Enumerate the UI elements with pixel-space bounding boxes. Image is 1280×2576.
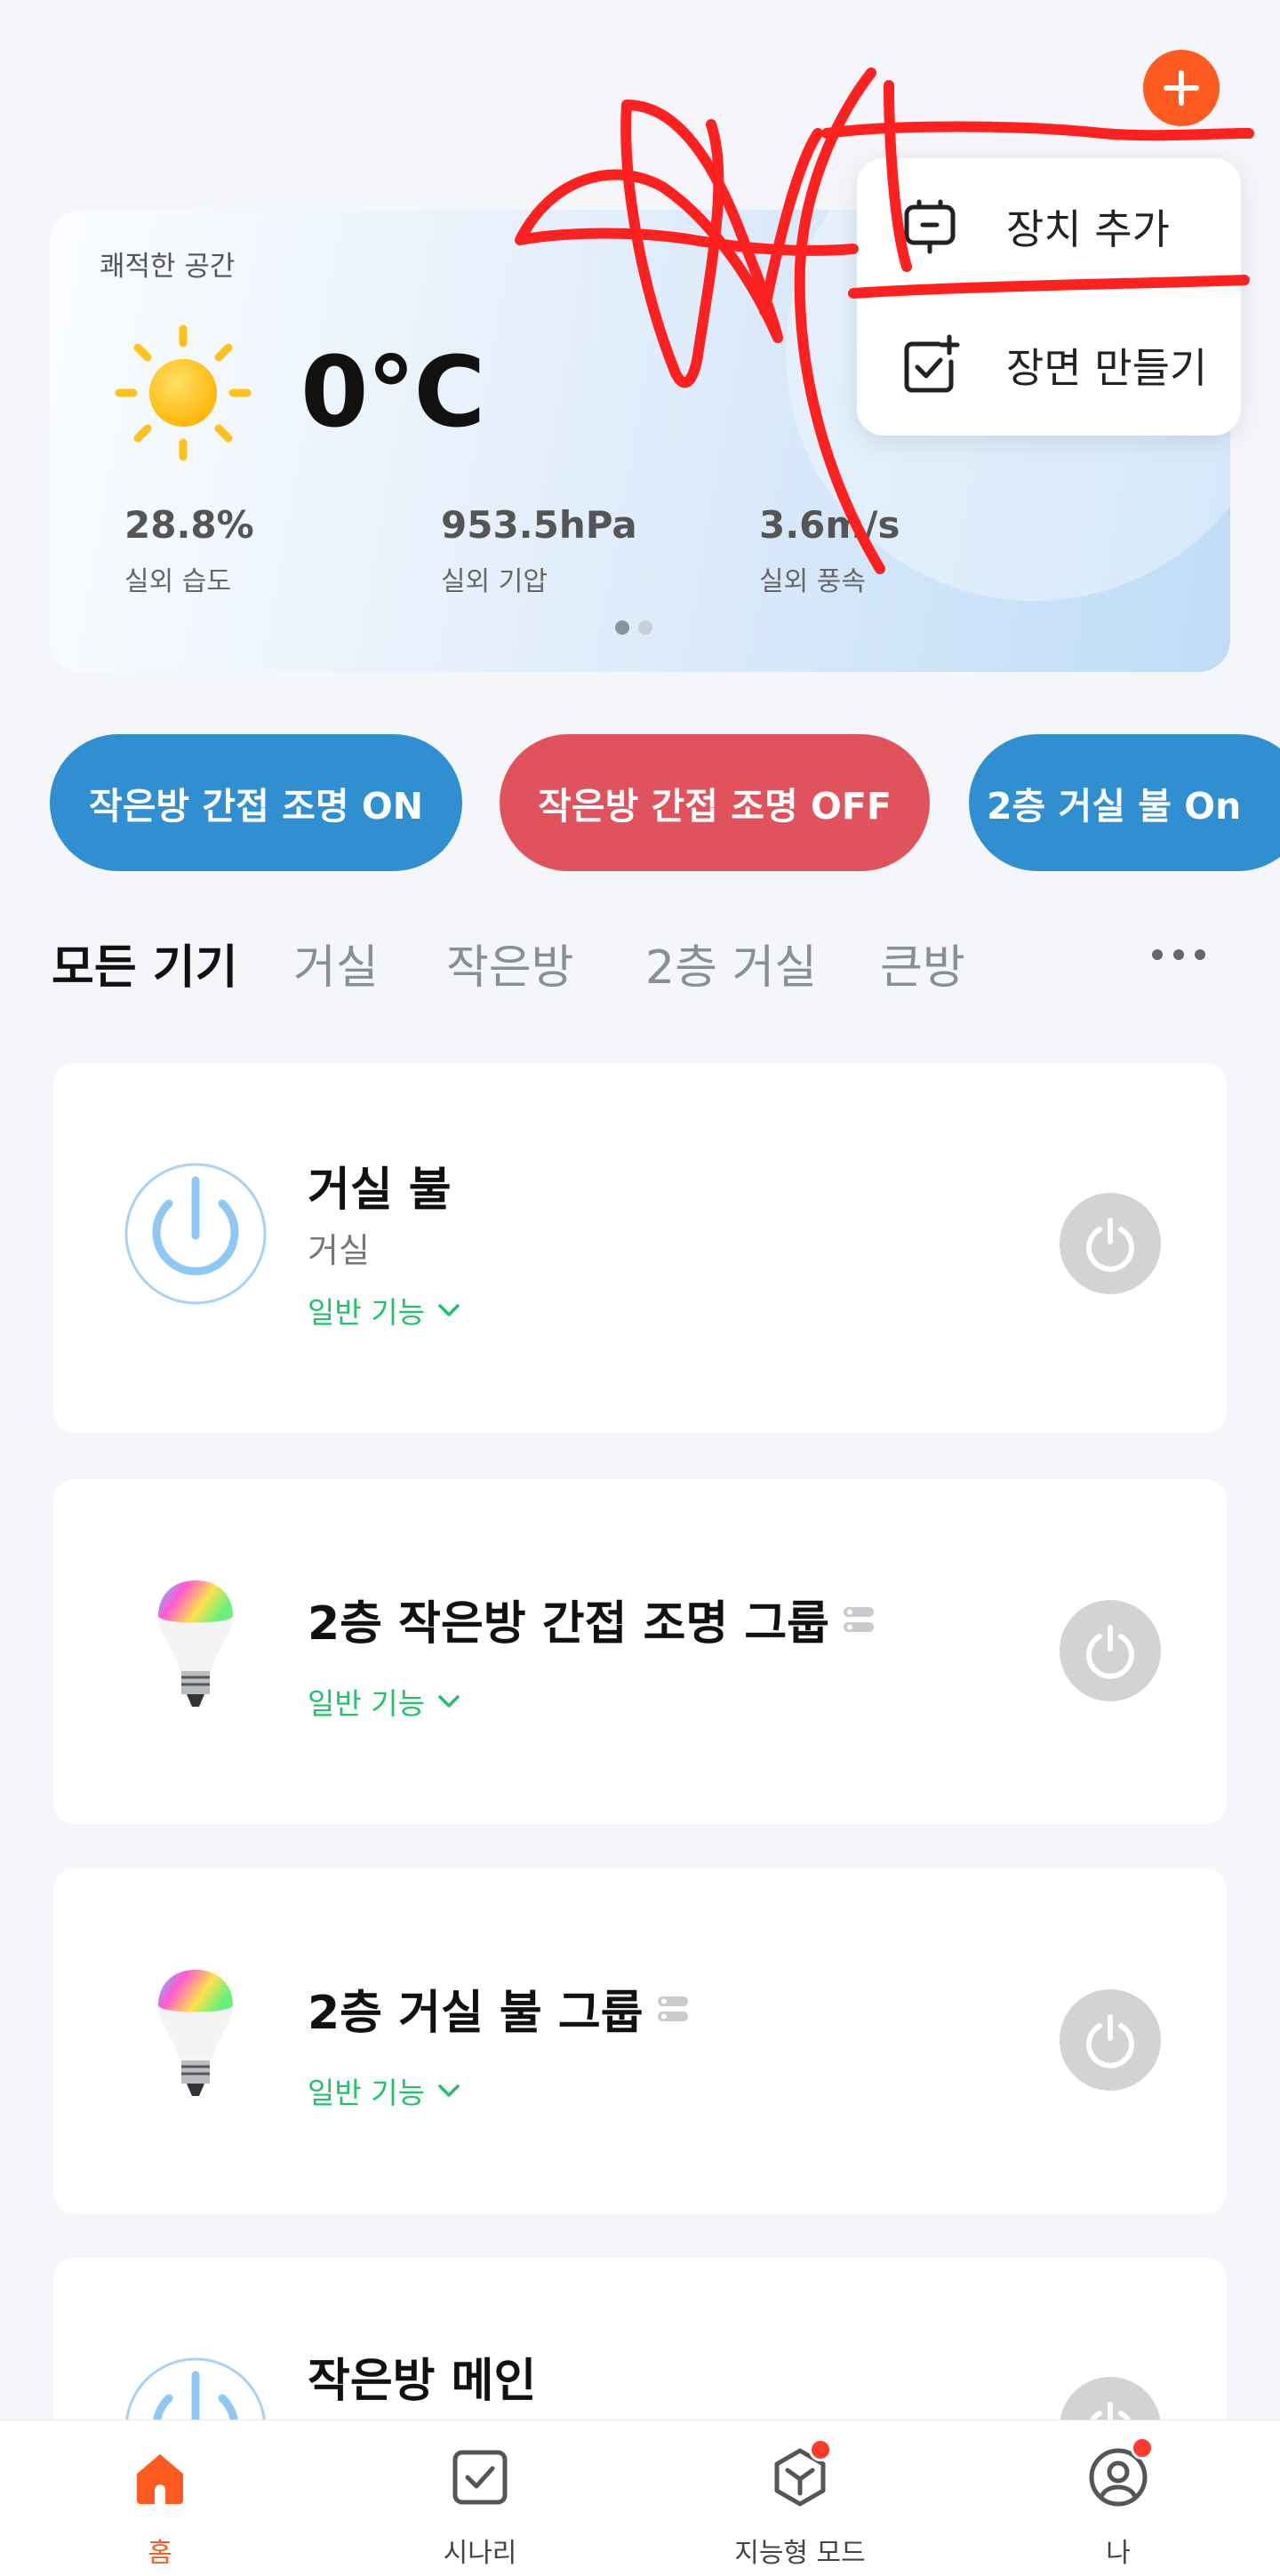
nav-label: 홈 bbox=[148, 2538, 172, 2569]
device-function-toggle[interactable]: 일반 기능 bbox=[308, 1289, 460, 1332]
power-button[interactable] bbox=[1060, 1989, 1161, 2091]
page-dot bbox=[638, 620, 652, 635]
menu-item-label: 장치 추가 bbox=[1006, 205, 1170, 253]
nav-item-profile[interactable]: 나 bbox=[985, 2420, 1252, 2576]
bottom-navigation: 홈 시나리 지능형 모드 나 bbox=[0, 2420, 1280, 2576]
device-function-toggle[interactable]: 일반 기능 bbox=[308, 2069, 460, 2112]
nav-item-scenario[interactable]: 시나리 bbox=[347, 2420, 613, 2576]
notification-badge bbox=[809, 2438, 832, 2461]
more-horizontal-icon[interactable] bbox=[1152, 949, 1205, 960]
tab-big-room[interactable]: 큰방 bbox=[880, 930, 965, 996]
device-name: 거실 불 bbox=[308, 1152, 452, 1219]
menu-item-add-device[interactable]: 장치 추가 bbox=[857, 160, 1241, 293]
stat-value: 953.5hPa bbox=[441, 503, 637, 547]
sun-icon bbox=[115, 324, 252, 461]
device-function-toggle[interactable]: 일반 기능 bbox=[308, 1680, 460, 1723]
nav-item-smart-mode[interactable]: 지능형 모드 bbox=[667, 2420, 933, 2576]
chevron-down-icon bbox=[438, 1304, 460, 1316]
group-icon bbox=[844, 1606, 874, 1632]
device-room: 거실 bbox=[308, 1231, 370, 1270]
scene-button-small-room-indirect-off[interactable]: 작은방 간접 조명 OFF bbox=[500, 734, 930, 871]
stat-label: 실외 습도 bbox=[124, 566, 231, 597]
device-name: 2층 작은방 간접 조명 그룹 bbox=[308, 1586, 876, 1652]
stat-value: 3.6m/s bbox=[759, 503, 900, 547]
stat-pressure: 953.5hPa 실외 기압 bbox=[441, 503, 637, 598]
device-name-text: 작은방 메인 bbox=[308, 2355, 537, 2408]
tab-small-room[interactable]: 작은방 bbox=[446, 930, 574, 996]
device-card-2f-living-group[interactable]: 2층 거실 불 그룹 일반 기능 bbox=[53, 1868, 1227, 2213]
home-screen: 쾌적한 공간 0°C 28.8% 실외 습도 953.5hPa 실외 기압 3.… bbox=[0, 0, 1280, 2576]
stat-value: 28.8% bbox=[124, 503, 254, 547]
menu-item-create-scene[interactable]: 장면 만들기 bbox=[857, 299, 1241, 432]
device-add-icon bbox=[904, 199, 956, 254]
power-icon bbox=[1086, 2014, 1134, 2068]
device-card-2f-small-room-group[interactable]: 2층 작은방 간접 조명 그룹 일반 기능 bbox=[53, 1479, 1227, 1824]
nav-label: 나 bbox=[1106, 2538, 1131, 2569]
nav-label: 시나리 bbox=[443, 2538, 517, 2569]
tab-all-devices[interactable]: 모든 기기 bbox=[52, 930, 237, 996]
nav-item-home[interactable]: 홈 bbox=[27, 2420, 293, 2576]
rgb-bulb-icon bbox=[158, 1970, 233, 2096]
scene-button-small-room-indirect-on[interactable]: 작은방 간접 조명 ON bbox=[50, 734, 462, 871]
power-icon bbox=[1086, 1625, 1134, 1679]
stat-humidity: 28.8% 실외 습도 bbox=[124, 503, 254, 598]
plus-icon bbox=[1164, 70, 1199, 106]
device-name-text: 2층 작은방 간접 조명 그룹 bbox=[308, 1597, 829, 1651]
device-function-label: 일반 기능 bbox=[308, 1686, 425, 1721]
rgb-bulb-icon bbox=[158, 1580, 233, 1707]
scene-create-icon bbox=[904, 334, 960, 393]
temperature: 0°C bbox=[300, 335, 485, 449]
device-function-label: 일반 기능 bbox=[308, 2076, 425, 2110]
power-button[interactable] bbox=[1060, 1600, 1161, 1701]
nav-label: 지능형 모드 bbox=[734, 2538, 866, 2569]
home-icon bbox=[137, 2454, 183, 2504]
device-function-label: 일반 기능 bbox=[308, 1295, 425, 1330]
chevron-down-icon bbox=[438, 1695, 460, 1708]
scenario-check-icon bbox=[452, 2450, 508, 2505]
tab-living-room[interactable]: 거실 bbox=[293, 930, 379, 996]
notification-badge bbox=[1131, 2436, 1154, 2460]
add-menu-popup: 장치 추가 장면 만들기 bbox=[857, 158, 1241, 436]
add-button[interactable] bbox=[1143, 50, 1220, 126]
device-card-living-light[interactable]: 거실 불 거실 일반 기능 bbox=[53, 1063, 1227, 1433]
tab-2f-living-room[interactable]: 2층 거실 bbox=[645, 930, 817, 996]
menu-item-label: 장면 만들기 bbox=[1006, 344, 1208, 392]
device-name-text: 거실 불 bbox=[308, 1164, 452, 1217]
page-indicator bbox=[615, 620, 652, 635]
stat-wind: 3.6m/s 실외 풍속 bbox=[759, 503, 900, 598]
scene-button-2f-living-on[interactable]: 2층 거실 불 On bbox=[969, 734, 1280, 871]
power-icon bbox=[1086, 1218, 1134, 1272]
device-name-text: 2층 거실 불 그룹 bbox=[308, 1987, 644, 2040]
group-icon bbox=[657, 1996, 688, 2021]
chevron-down-icon bbox=[438, 2084, 460, 2097]
device-name: 작은방 메인 bbox=[308, 2343, 536, 2410]
power-icon bbox=[124, 1163, 267, 1305]
power-button[interactable] bbox=[1060, 1193, 1161, 1294]
page-dot-active bbox=[615, 620, 629, 635]
device-name: 2층 거실 불 그룹 bbox=[308, 1975, 690, 2042]
stat-label: 실외 풍속 bbox=[759, 566, 866, 597]
stat-label: 실외 기압 bbox=[441, 566, 548, 597]
weather-title: 쾌적한 공간 bbox=[100, 251, 236, 283]
